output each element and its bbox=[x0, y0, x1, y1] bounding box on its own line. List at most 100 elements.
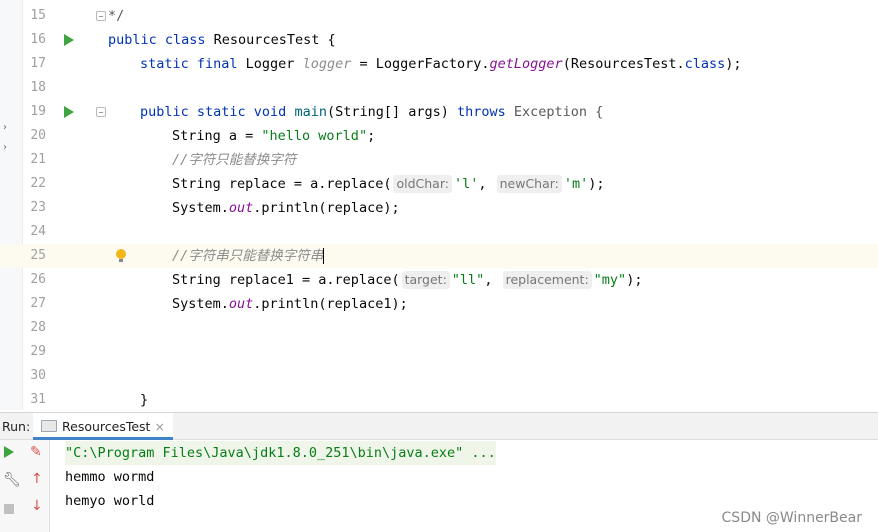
text-caret bbox=[323, 248, 325, 264]
code-token: //字符只能替换字符 bbox=[172, 152, 297, 168]
code-line[interactable]: 19 public static void main(String[] args)… bbox=[0, 100, 878, 124]
fold-marker-icon[interactable] bbox=[96, 11, 106, 21]
console-icon bbox=[41, 420, 57, 432]
line-number: 19 bbox=[30, 104, 46, 119]
code-token: ); bbox=[588, 176, 605, 192]
code-text: //字符只能替换字符 bbox=[172, 148, 296, 172]
code-token: ); bbox=[725, 56, 742, 72]
code-token: Logger bbox=[245, 56, 303, 72]
code-token: } bbox=[140, 392, 149, 408]
code-line[interactable]: 20 String a = "hello world"; bbox=[0, 124, 878, 148]
code-line[interactable]: 27 System.out.println(replace1); bbox=[0, 292, 878, 316]
code-line[interactable]: 24 bbox=[0, 220, 878, 244]
run-gutter-icon[interactable] bbox=[64, 106, 74, 118]
watermark: CSDN @WinnerBear bbox=[721, 510, 862, 526]
console-command-line: "C:\Program Files\Java\jdk1.8.0_251\bin\… bbox=[65, 441, 496, 465]
down-arrow-icon[interactable]: ↓ bbox=[31, 498, 43, 514]
line-number: 27 bbox=[30, 296, 46, 311]
code-token: String replace = a.replace( bbox=[172, 176, 392, 192]
run-header: Run: ResourcesTest × bbox=[0, 413, 878, 440]
code-line[interactable]: 17 static final Logger logger = LoggerFac… bbox=[0, 52, 878, 76]
code-line[interactable]: 28 bbox=[0, 316, 878, 340]
code-text: public class ResourcesTest { bbox=[108, 28, 336, 52]
code-token: (String[] args) bbox=[326, 104, 457, 120]
code-text: public static void main(String[] args) t… bbox=[140, 100, 603, 124]
code-line[interactable]: 22 String replace = a.replace(oldChar:'l'… bbox=[0, 172, 878, 196]
code-text: String replace1 = a.replace(target: "ll",… bbox=[172, 268, 642, 292]
line-number: 17 bbox=[30, 56, 46, 71]
line-number: 31 bbox=[30, 392, 46, 407]
close-icon[interactable]: × bbox=[154, 419, 164, 434]
console-output[interactable]: "C:\Program Files\Java\jdk1.8.0_251\bin\… bbox=[65, 441, 496, 513]
line-number: 26 bbox=[30, 272, 46, 287]
tab-label: ResourcesTest bbox=[62, 419, 151, 434]
console-line: hemmo wormd bbox=[65, 469, 155, 485]
parameter-hint: replacement: bbox=[502, 271, 592, 289]
parameter-hint: oldChar: bbox=[393, 175, 452, 193]
code-token: out bbox=[228, 200, 254, 216]
code-token: main bbox=[294, 104, 327, 120]
code-token: "my" bbox=[593, 272, 627, 288]
console-line: hemyo world bbox=[65, 493, 155, 509]
line-number: 16 bbox=[30, 32, 46, 47]
code-text: System.out.println(replace); bbox=[172, 196, 400, 220]
code-token: getLogger bbox=[489, 56, 563, 72]
code-token: 'l' bbox=[453, 176, 479, 192]
stop-icon[interactable] bbox=[4, 504, 14, 514]
code-text: */ bbox=[108, 4, 124, 28]
code-line[interactable]: 26 String replace1 = a.replace(target: "ll… bbox=[0, 268, 878, 292]
lightbulb-icon[interactable] bbox=[116, 249, 126, 262]
code-token: throws bbox=[457, 104, 514, 120]
code-token: "ll" bbox=[451, 272, 485, 288]
code-token: = LoggerFactory. bbox=[351, 56, 490, 72]
wrench-icon[interactable]: 🔧︎ bbox=[3, 472, 21, 488]
code-line[interactable]: 31} bbox=[0, 388, 878, 412]
code-line[interactable]: 15 */ bbox=[0, 4, 878, 28]
code-line[interactable]: 23 System.out.println(replace); bbox=[0, 196, 878, 220]
code-token: String a = bbox=[172, 128, 262, 144]
code-token: System. bbox=[172, 200, 229, 216]
code-token: //字符串只能替换字符串 bbox=[172, 248, 324, 264]
line-number: 25 bbox=[30, 248, 46, 263]
code-token: String replace1 = a.replace( bbox=[172, 272, 400, 288]
up-arrow-icon[interactable]: ↑ bbox=[31, 471, 43, 487]
code-token: ; bbox=[367, 128, 376, 144]
line-number: 20 bbox=[30, 128, 46, 143]
code-token: public class bbox=[108, 32, 214, 48]
line-number: 23 bbox=[30, 200, 46, 215]
code-line[interactable]: 29 bbox=[0, 340, 878, 364]
code-text: } bbox=[140, 388, 148, 412]
run-toolbar: ✎ 🔧︎ ↑ ↓ bbox=[0, 440, 50, 532]
parameter-hint: target: bbox=[401, 271, 450, 289]
code-line[interactable]: 18 bbox=[0, 76, 878, 100]
code-token: */ bbox=[108, 8, 125, 24]
code-line[interactable]: 30 bbox=[0, 364, 878, 388]
code-line[interactable]: 16 public class ResourcesTest { bbox=[0, 28, 878, 52]
fold-marker-icon[interactable] bbox=[96, 107, 106, 117]
edit-config-icon[interactable]: ✎ bbox=[30, 444, 42, 460]
code-token: ResourcesTest { bbox=[213, 32, 336, 48]
code-token: .println(replace); bbox=[253, 200, 400, 216]
code-token: (ResourcesTest. bbox=[562, 56, 685, 72]
parameter-hint: newChar: bbox=[496, 175, 562, 193]
code-text: static final Logger logger = LoggerFacto… bbox=[140, 52, 742, 76]
run-gutter-icon[interactable] bbox=[64, 34, 74, 46]
code-token: ); bbox=[626, 272, 643, 288]
code-text: System.out.println(replace1); bbox=[172, 292, 408, 316]
code-line[interactable]: 25 //字符串只能替换字符串 bbox=[0, 244, 878, 268]
line-number: 28 bbox=[30, 320, 46, 335]
line-number: 21 bbox=[30, 152, 46, 167]
code-text: //字符串只能替换字符串 bbox=[172, 244, 325, 268]
tab-resourcestest[interactable]: ResourcesTest × bbox=[33, 413, 173, 440]
code-token: Exception { bbox=[513, 104, 604, 120]
code-text: String replace = a.replace(oldChar:'l', … bbox=[172, 172, 605, 196]
line-number: 30 bbox=[30, 368, 46, 383]
code-token: .println(replace1); bbox=[253, 296, 408, 312]
rerun-icon[interactable] bbox=[4, 446, 14, 458]
line-number: 24 bbox=[30, 224, 46, 239]
code-token: , bbox=[478, 176, 495, 192]
code-line[interactable]: 21 //字符只能替换字符 bbox=[0, 148, 878, 172]
code-text: String a = "hello world"; bbox=[172, 124, 375, 148]
line-number: 18 bbox=[30, 80, 46, 95]
code-token: out bbox=[228, 296, 254, 312]
